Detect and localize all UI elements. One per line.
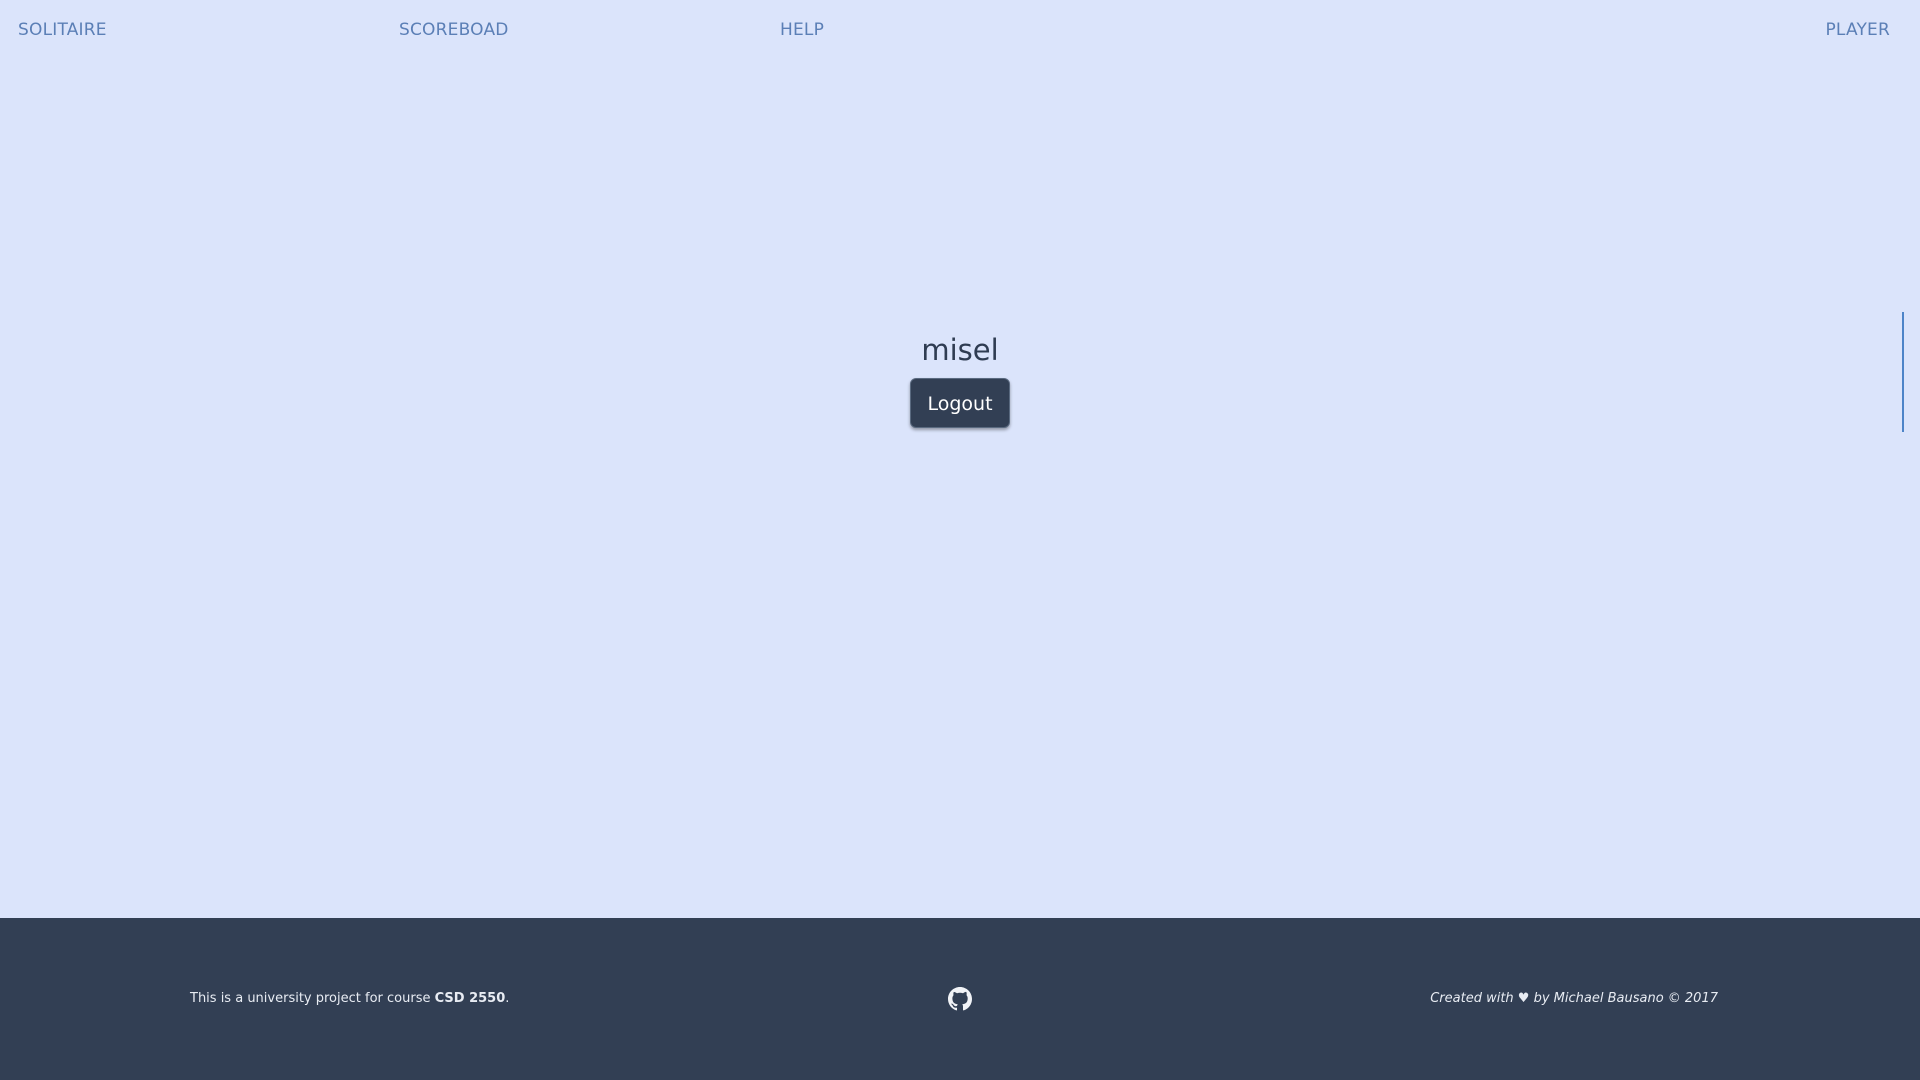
footer: This is a university project for course … [0,918,1920,1080]
footer-project-note: This is a university project for course … [190,990,509,1008]
course-code: CSD 2550 [434,991,506,1006]
github-icon-graphic [948,987,972,1011]
github-icon[interactable] [948,987,972,1011]
username: misel [921,333,999,367]
page: SOLITAIRE SCOREBOAD HELP PLAYER misel Lo… [0,0,1920,1080]
top-nav: SOLITAIRE SCOREBOAD HELP PLAYER [0,0,1920,60]
footer-credits: Created with ♥ by Michael Bausano © 2017 [1430,991,1718,1006]
nav-scoreboard-link[interactable]: SCOREBOAD [399,19,509,41]
footer-note-prefix: This is a university project for course [190,991,435,1006]
logout-button[interactable]: Logout [910,378,1010,428]
nav-player-link[interactable]: PLAYER [1825,19,1890,41]
player-panel: misel Logout [0,330,1920,428]
nav-help-link[interactable]: HELP [780,19,824,41]
footer-note-suffix: . [505,991,510,1006]
nav-solitaire-link[interactable]: SOLITAIRE [18,19,107,41]
